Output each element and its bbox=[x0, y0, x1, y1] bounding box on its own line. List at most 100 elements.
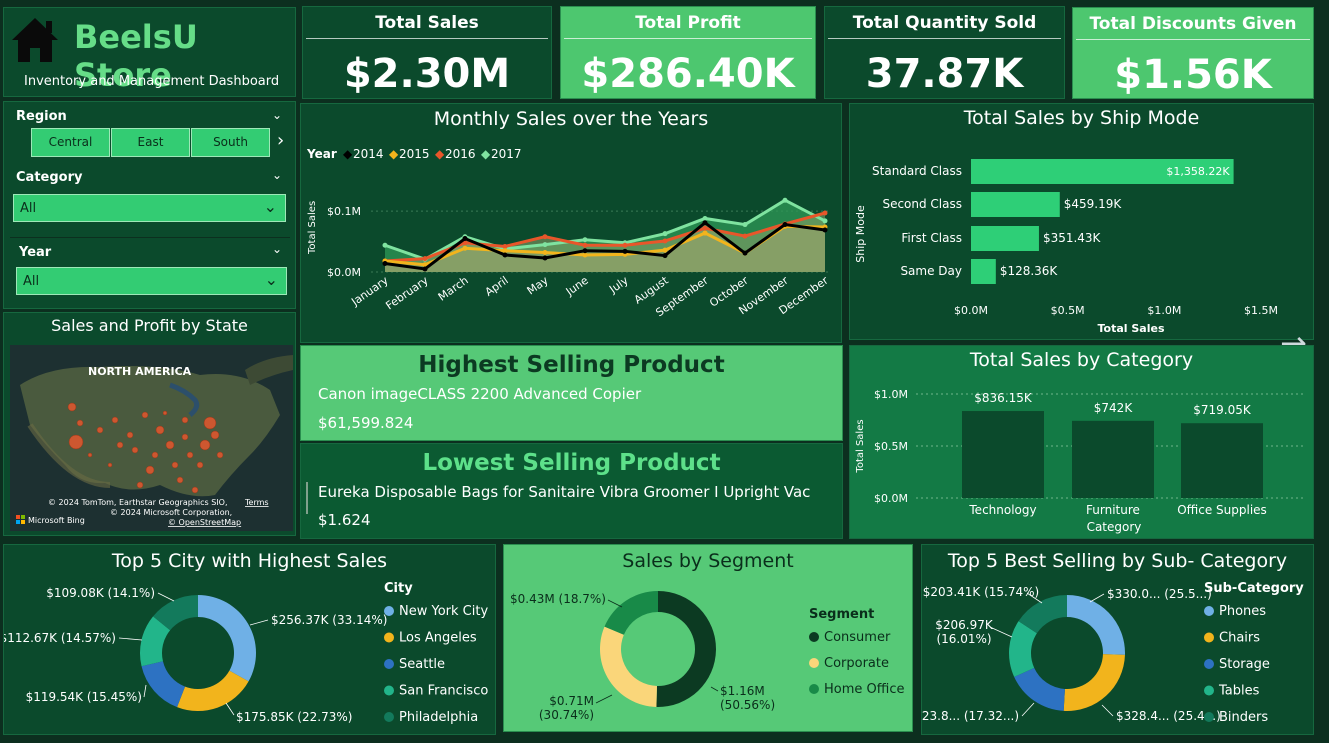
chevron-down-icon: ⌄ bbox=[263, 197, 277, 216]
data-point bbox=[662, 231, 668, 237]
leader-line bbox=[1089, 593, 1105, 603]
lowest-product-value: $1.624 bbox=[318, 511, 371, 529]
leader-line bbox=[989, 626, 1013, 638]
x-axis-label: Category bbox=[1087, 520, 1142, 534]
region-tile-east[interactable]: East bbox=[111, 128, 190, 157]
leader-line bbox=[607, 599, 623, 608]
city-panel: Top 5 City with Highest Sales $256.37K (… bbox=[3, 544, 496, 735]
subcategory-donut-chart[interactable]: $330.0... (25.5...)$328.4... (25.4...)$2… bbox=[922, 545, 1315, 736]
data-label: $119.54K (15.45%) bbox=[26, 690, 142, 704]
data-point bbox=[622, 248, 628, 254]
lowest-product-card: Lowest Selling Product Eureka Disposable… bbox=[300, 443, 843, 539]
map-attribution: © 2024 Microsoft Corporation, bbox=[110, 508, 232, 517]
kpi-value: $286.40K bbox=[581, 51, 795, 97]
legend-label: Seattle bbox=[399, 657, 445, 672]
monthly-sales-chart[interactable]: Year ◆ 2014 ◆ 2015 ◆ 2016 ◆ 2017$0.0M$0.1MTotal … bbox=[301, 104, 843, 344]
legend-label: Binders bbox=[1219, 710, 1268, 725]
bar-value-label: $1,358.22K bbox=[1166, 165, 1230, 178]
us-map[interactable]: NORTH AMERICA © 2024 TomTom, Earthstar G… bbox=[10, 345, 293, 531]
legend-label: Chairs bbox=[1219, 631, 1260, 646]
ship-mode-panel: Total Sales by Ship Mode Ship Mode Standa… bbox=[849, 103, 1314, 340]
data-point bbox=[742, 222, 748, 228]
data-point bbox=[742, 250, 748, 256]
bar bbox=[962, 411, 1044, 498]
legend-marker: ◆ bbox=[389, 147, 399, 161]
category-panel: Total Sales by Category $0.0M $0.5M $1.0M T… bbox=[849, 345, 1314, 539]
chevron-right-icon[interactable]: › bbox=[277, 130, 284, 151]
data-label: $0.43M (18.7%) bbox=[510, 592, 606, 606]
map-bubble bbox=[162, 410, 168, 416]
chevron-down-icon[interactable]: ⌄ bbox=[272, 242, 282, 256]
legend-label: 2014 bbox=[353, 147, 384, 161]
filter-panel: Region ⌄ Central East South › Category ⌄… bbox=[3, 101, 296, 309]
category-dropdown[interactable]: All ⌄ bbox=[13, 194, 286, 222]
ship-mode-chart[interactable]: Ship Mode Standard Class $1,358.22K Second … bbox=[850, 104, 1315, 341]
data-point bbox=[742, 233, 748, 239]
category-chart[interactable]: $0.0M $0.5M $1.0M Total Sales $836.15K Techno… bbox=[850, 346, 1315, 540]
lowest-product-name: Eureka Disposable Bags for Sanitaire Vib… bbox=[318, 483, 811, 501]
kpi-value: $2.30M bbox=[343, 51, 511, 97]
x-tick-label: $0.0M bbox=[954, 304, 988, 317]
highest-product-name: Canon imageCLASS 2200 Advanced Copier bbox=[318, 385, 642, 403]
map-bubble bbox=[116, 441, 124, 449]
map-region-label: NORTH AMERICA bbox=[88, 365, 192, 378]
legend-title: Year bbox=[306, 147, 337, 161]
category-value: All bbox=[20, 201, 37, 216]
chevron-down-icon[interactable]: ⌄ bbox=[272, 108, 282, 122]
data-label: $112.67K (14.57%) bbox=[4, 631, 116, 645]
y-tick-label: Second Class bbox=[882, 197, 962, 211]
data-point bbox=[462, 245, 468, 251]
city-donut-chart[interactable]: $256.37K (33.14%) $175.85K (22.73%) $119.5… bbox=[4, 545, 497, 736]
map-bubble bbox=[141, 411, 149, 419]
legend-dot bbox=[1204, 685, 1214, 696]
legend-dot bbox=[384, 659, 394, 669]
map-bubble bbox=[136, 481, 144, 489]
donut-slice bbox=[177, 670, 249, 711]
legend-label: Storage bbox=[1219, 657, 1270, 672]
x-tick-label: Office Supplies bbox=[1177, 503, 1267, 517]
legend-dot bbox=[809, 632, 819, 642]
donut-slice bbox=[604, 591, 658, 635]
data-point bbox=[582, 248, 588, 254]
map-bubble bbox=[76, 419, 84, 427]
data-point bbox=[462, 236, 468, 242]
map-bubble bbox=[199, 439, 211, 451]
data-label: $0.71M bbox=[549, 694, 594, 708]
map-bubble bbox=[107, 462, 113, 468]
year-value: All bbox=[23, 274, 40, 289]
data-label: $1.16M bbox=[720, 684, 765, 698]
x-tick-label: March bbox=[436, 274, 471, 304]
region-tile-south[interactable]: South bbox=[191, 128, 270, 157]
legend-dot bbox=[1204, 632, 1214, 643]
map-osm-link[interactable]: © OpenStreetMap bbox=[168, 518, 241, 527]
data-label: $175.85K (22.73%) bbox=[236, 710, 352, 724]
kpi-total-quantity: Total Quantity Sold 37.87K bbox=[824, 6, 1065, 99]
map-bubble bbox=[181, 433, 189, 441]
chevron-down-icon[interactable]: ⌄ bbox=[272, 168, 282, 182]
leader-line bbox=[143, 684, 147, 698]
bar-value-label: $351.43K bbox=[1043, 231, 1102, 245]
legend-label: San Francisco bbox=[399, 684, 488, 699]
donut-slice bbox=[600, 626, 657, 707]
map-attribution: © 2024 TomTom, Earthstar Geographics SIO… bbox=[48, 498, 228, 507]
data-point bbox=[542, 234, 548, 240]
segment-donut-chart[interactable]: $1.16M(50.56%) $0.71M(30.74%) $0.43M (18.7… bbox=[504, 545, 914, 733]
legend-label: 2016 bbox=[445, 147, 476, 161]
map-terms-link[interactable]: Terms bbox=[244, 498, 269, 507]
data-label: $256.37K (33.14%) bbox=[271, 613, 387, 627]
data-point bbox=[662, 247, 668, 253]
bar bbox=[1181, 423, 1263, 498]
map-bubble bbox=[151, 451, 159, 459]
data-label: $206.97K bbox=[935, 618, 994, 632]
data-point bbox=[782, 222, 788, 228]
bar bbox=[1072, 420, 1154, 498]
data-point bbox=[822, 218, 828, 224]
year-dropdown[interactable]: All ⌄ bbox=[16, 267, 287, 295]
leader-line bbox=[118, 637, 143, 641]
legend-marker: ◆ bbox=[343, 147, 353, 161]
data-label: $223.8... (17.32...) bbox=[922, 709, 1019, 723]
region-tile-central[interactable]: Central bbox=[31, 128, 110, 157]
map-bubble bbox=[210, 430, 220, 440]
y-axis-label: Total Sales bbox=[855, 419, 866, 473]
map-bubble bbox=[191, 486, 199, 494]
